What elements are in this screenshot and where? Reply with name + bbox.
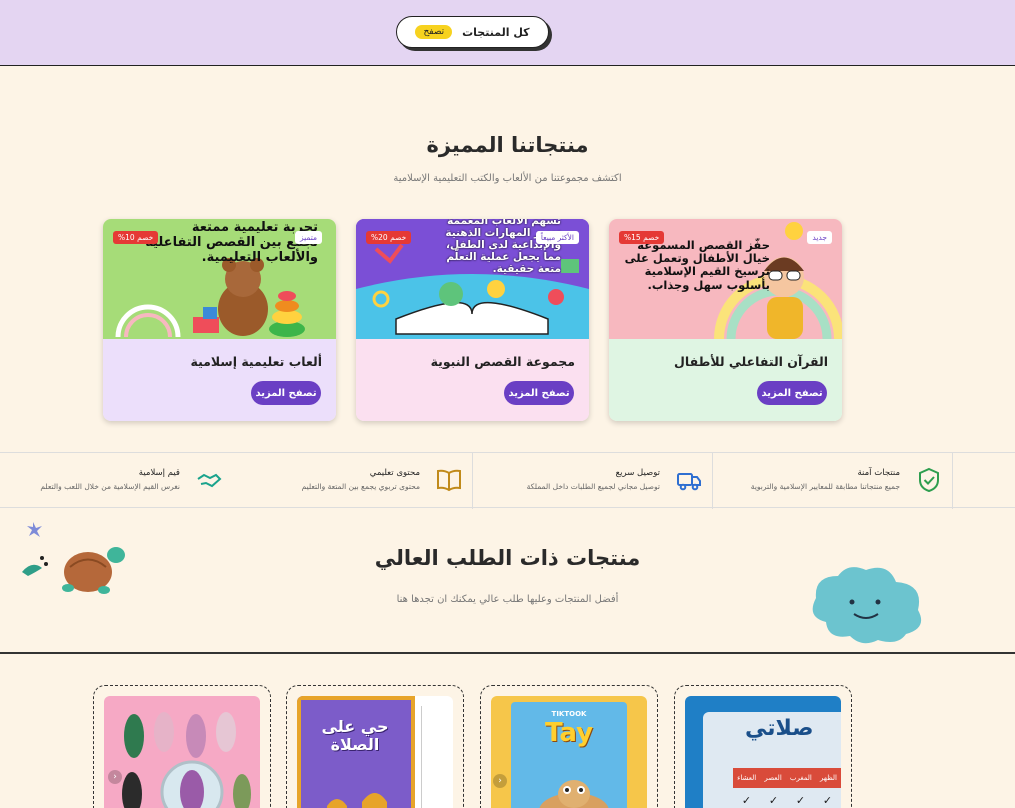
mosque-illustration (327, 793, 387, 808)
product-title: صلاتي (745, 716, 814, 741)
card-title: ألعاب تعليمية إسلامية (190, 354, 322, 369)
feature-educational-content: محتوى تعليمي محتوى تربوي يجمع بين المتعة… (232, 453, 472, 509)
product-tile[interactable]: حي على الصلاة (286, 685, 464, 808)
carousel-prev-button[interactable]: ‹ (108, 770, 122, 784)
discount-badge: خصم 20% (366, 231, 412, 244)
carousel-prev-button[interactable]: ‹ (493, 774, 507, 788)
feature-title: محتوى تعليمي (369, 468, 420, 478)
tay-book-image: TIKTOOK Tay ‹ (491, 696, 647, 808)
prayer-book-image: صلاتي الظهر المغرب العصر العشاء ✓ ✓ ✓ ✓ (685, 696, 841, 808)
camel-illustration (539, 780, 609, 808)
feature-title: قيم إسلامية (138, 468, 180, 478)
product-tile[interactable]: ‹ (93, 685, 271, 808)
dolls-illustration (122, 712, 251, 808)
feature-safe-products: منتجات آمنة جميع منتجاتنا مطابقة للمعايي… (712, 453, 952, 509)
feature-title: توصيل سريع (615, 468, 660, 478)
product-title: Tay (544, 718, 594, 748)
browse-all-products-button[interactable]: كل المنتجات تصفح (396, 16, 549, 48)
card-title: مجموعة القصص النبوية (430, 354, 575, 369)
feature-subtitle: توصيل مجاني لجميع الطلبات داخل المملكة (526, 482, 660, 491)
tag-new: جديد (807, 231, 832, 244)
prayer-table: الظهر المغرب العصر العشاء (733, 768, 841, 788)
brand-label: TIKTOOK (551, 710, 587, 718)
book-icon (437, 469, 461, 492)
featured-subtitle: اكتشف مجموعتنا من الألعاب والكتب التعليم… (393, 173, 622, 184)
product-card-games[interactable]: تجربة تعليمية ممتعة تجمع بين القصص التفا… (103, 219, 336, 421)
browse-more-button[interactable]: تصفح المزيد (251, 381, 321, 405)
divider (712, 453, 713, 509)
handshake-icon (197, 473, 222, 488)
check-marks: ✓ ✓ ✓ ✓ (741, 794, 833, 807)
popular-title: منتجات ذات الطلب العالي (374, 546, 641, 570)
product-tile[interactable]: TIKTOOK Tay ‹ (480, 685, 658, 808)
product-tile[interactable]: صلاتي الظهر المغرب العصر العشاء ✓ ✓ ✓ ✓ (674, 685, 852, 808)
dolls-set-image: ‹ (104, 696, 260, 808)
browse-badge: تصفح (415, 25, 453, 39)
browse-more-button[interactable]: تصفح المزيد (757, 381, 827, 405)
shield-check-icon (919, 467, 939, 493)
browse-more-button[interactable]: تصفح المزيد (504, 381, 574, 405)
card-body: مجموعة القصص النبوية تصفح المزيد (356, 339, 589, 421)
feature-subtitle: نغرس القيم الإسلامية من خلال اللعب والتع… (40, 482, 180, 491)
tag-featured: متميز (294, 231, 322, 244)
feature-subtitle: محتوى تربوي يجمع بين المتعة والتعليم (301, 482, 420, 491)
card-image-stories: تُسهم الألعاب المعممة تعزيز المهارات الذ… (356, 219, 589, 339)
card-banner-text: حفّز القصص المسموعة خيال الأطفال وتعمل ع… (624, 238, 770, 292)
coloring-page (421, 706, 449, 808)
card-banner-text: تُسهم الألعاب المعممة تعزيز المهارات الذ… (445, 219, 561, 276)
tag-best-seller: الأكثر مبيعاً (535, 231, 579, 244)
divider (472, 453, 473, 509)
product-title: حي على الصلاة (321, 717, 389, 754)
card-image-games: تجربة تعليمية ممتعة تجمع بين القصص التفا… (103, 219, 336, 339)
card-body: ألعاب تعليمية إسلامية تصفح المزيد (103, 339, 336, 421)
popular-subtitle: أفضل المنتجات وعليها طلب عالي يمكنك ان ت… (396, 594, 619, 605)
card-image-quran: حفّز القصص المسموعة خيال الأطفال وتعمل ع… (609, 219, 842, 339)
discount-badge: خصم 10% (113, 231, 159, 244)
discount-badge: خصم 15% (619, 231, 665, 244)
coloring-book-image: حي على الصلاة (297, 696, 453, 808)
featured-title: منتجاتنا المميزة (426, 133, 589, 157)
feature-fast-delivery: توصيل سريع توصيل مجاني لجميع الطلبات داخ… (472, 453, 712, 509)
feature-islamic-values: قيم إسلامية نغرس القيم الإسلامية من خلال… (0, 453, 232, 509)
browse-all-label: كل المنتجات (462, 25, 530, 39)
divider (952, 453, 953, 509)
product-card-quran[interactable]: حفّز القصص المسموعة خيال الأطفال وتعمل ع… (609, 219, 842, 421)
card-body: القرآن التفاعلي للأطفال تصفح المزيد (609, 339, 842, 421)
card-title: القرآن التفاعلي للأطفال (674, 354, 828, 369)
top-bar: كل المنتجات تصفح (0, 0, 1015, 66)
feature-title: منتجات آمنة (857, 468, 901, 478)
features-strip: منتجات آمنة جميع منتجاتنا مطابقة للمعايي… (0, 452, 1015, 509)
feature-subtitle: جميع منتجاتنا مطابقة للمعايير الإسلامية … (750, 482, 900, 491)
section-divider (0, 652, 1015, 654)
product-card-stories[interactable]: تُسهم الألعاب المعممة تعزيز المهارات الذ… (356, 219, 589, 421)
truck-icon (677, 473, 701, 491)
